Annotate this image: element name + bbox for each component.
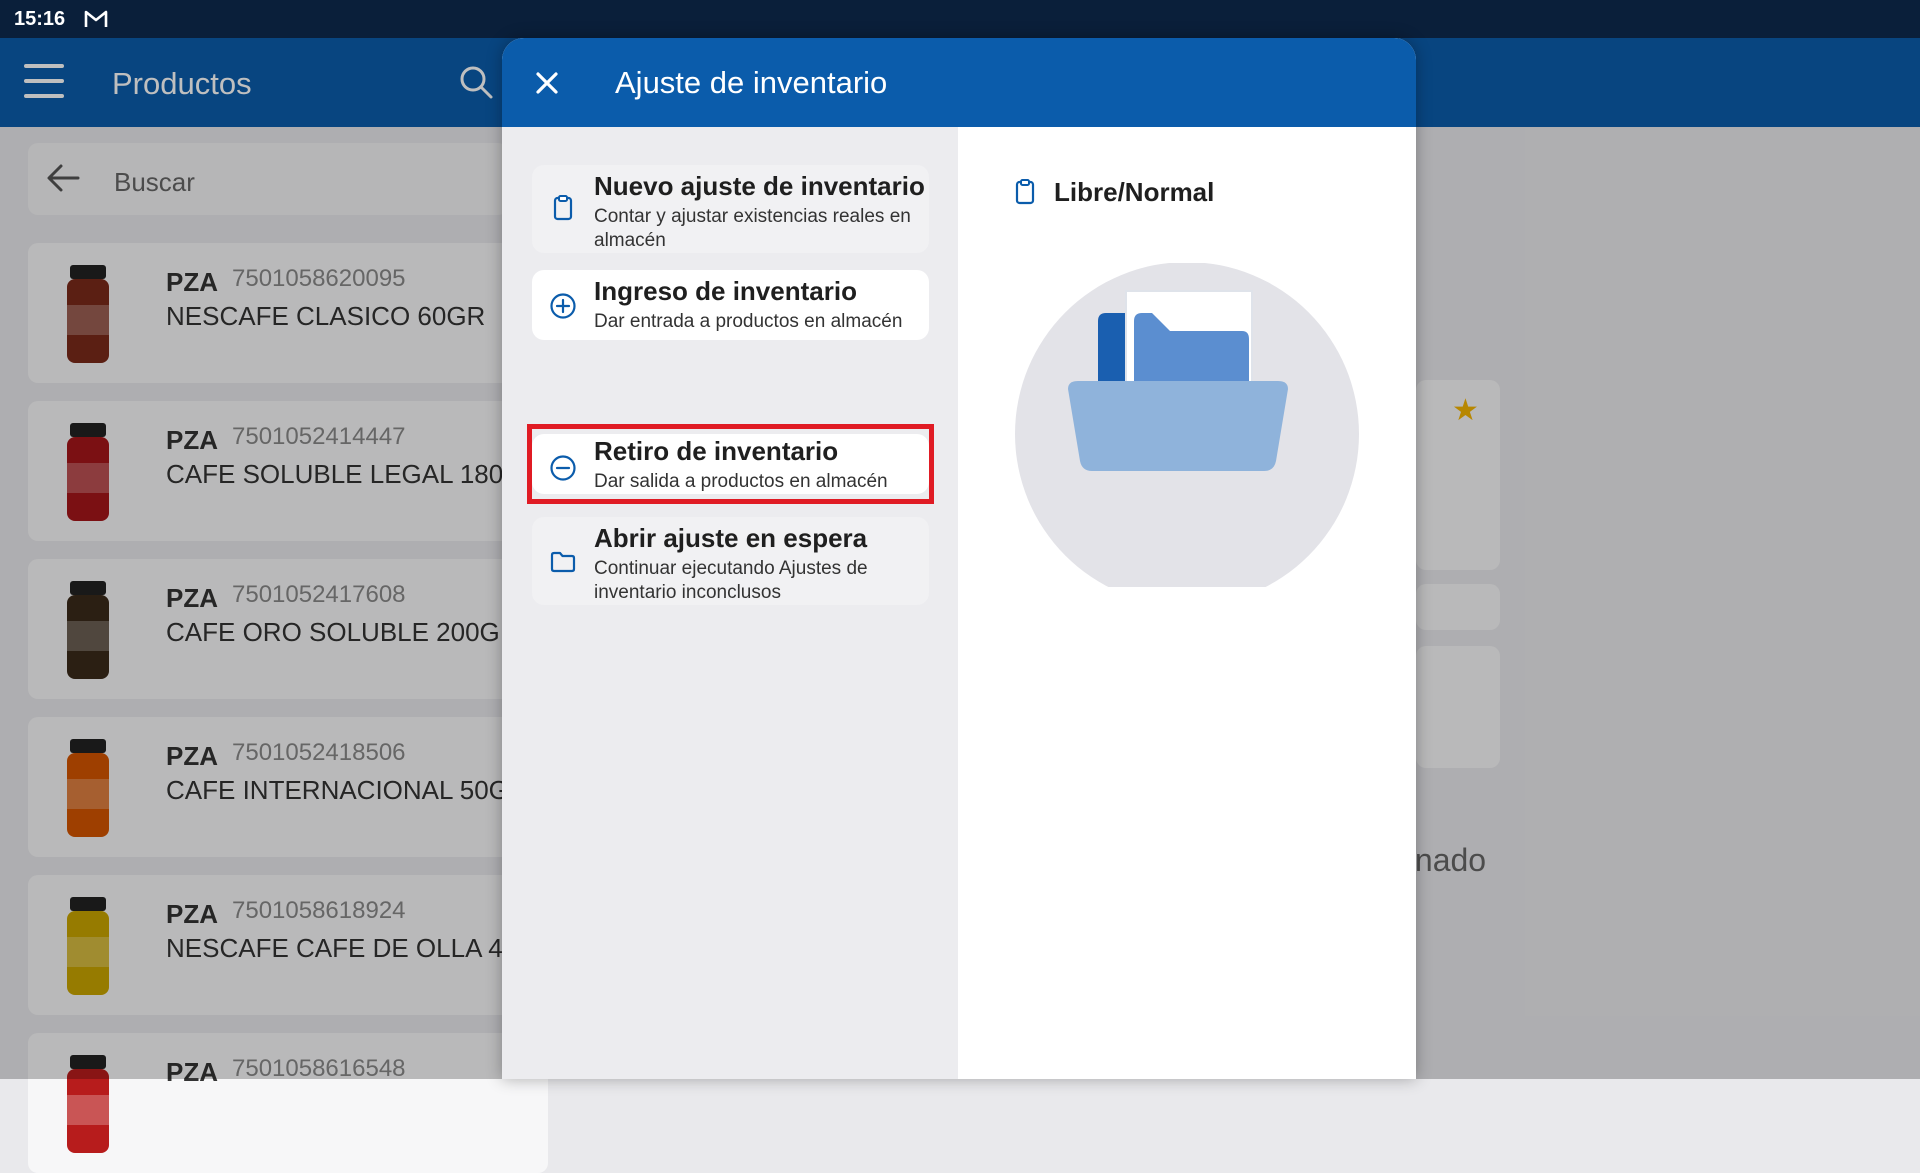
mode-label: Libre/Normal [1054, 177, 1215, 207]
option-description: Dar salida a productos en almacén [594, 471, 888, 492]
preview-panel: Libre/Normal [958, 127, 1416, 1079]
option-description: Contar y ajustar existencias reales en a… [594, 206, 911, 251]
option-nuevo-ajuste[interactable]: Nuevo ajuste de inventario Contar y ajus… [532, 165, 929, 253]
option-title: Retiro de inventario [594, 436, 839, 466]
status-bar: 15:16 [0, 0, 1920, 38]
plus-circle-icon [550, 293, 576, 319]
inventory-adjustment-dialog: Ajuste de inventario Nuevo ajuste de inv… [502, 38, 1416, 1079]
option-ingreso-inventario[interactable]: Ingreso de inventario Dar entrada a prod… [532, 270, 929, 340]
folder-icon [550, 551, 576, 573]
dialog-title: Ajuste de inventario [615, 65, 888, 100]
option-description: Continuar ejecutando Ajustes de inventar… [594, 558, 868, 603]
option-title: Nuevo ajuste de inventario [594, 171, 925, 201]
options-panel: Nuevo ajuste de inventario Contar y ajus… [502, 127, 958, 1079]
gmail-icon [84, 10, 108, 27]
close-icon[interactable] [530, 66, 564, 100]
option-title: Ingreso de inventario [594, 276, 857, 306]
status-time: 15:16 [14, 8, 66, 30]
clipboard-icon [553, 195, 573, 221]
folder-illustration [1014, 257, 1360, 587]
option-retiro-inventario[interactable]: Retiro de inventario Dar salida a produc… [532, 434, 929, 494]
option-description: Dar entrada a productos en almacén [594, 311, 903, 332]
dialog-header: Ajuste de inventario [502, 38, 1416, 127]
minus-circle-icon [550, 455, 576, 481]
option-title: Abrir ajuste en espera [594, 523, 868, 553]
option-abrir-ajuste-espera[interactable]: Abrir ajuste en espera Continuar ejecuta… [532, 517, 929, 605]
clipboard-icon [1015, 179, 1035, 205]
